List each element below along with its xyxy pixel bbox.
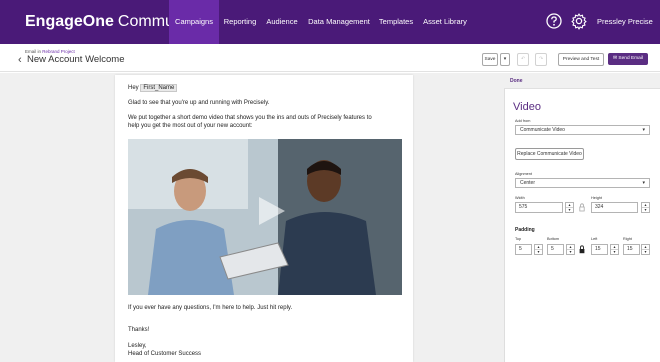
back-chevron-icon[interactable]: ‹ (18, 54, 22, 66)
email-paragraph-2-line-2[interactable]: help you get the most out of your new ac… (128, 122, 252, 130)
email-paragraph-2-line-1[interactable]: We put together a short demo video that … (128, 114, 372, 122)
padding-left-label: Left (591, 237, 598, 241)
nav-tab-templates[interactable]: Templates (376, 0, 416, 44)
padding-bottom-stepper[interactable]: ▴ ▾ (566, 244, 575, 255)
properties-panel (504, 73, 660, 362)
height-label: Height (591, 196, 602, 200)
top-navigation-bar: EngageOne Communicate Campaigns Reporting… (0, 0, 660, 44)
nav-tab-campaigns[interactable]: Campaigns (169, 0, 219, 44)
email-signature-title[interactable]: Head of Customer Success (128, 350, 201, 358)
padding-left-stepper[interactable]: ▴ ▾ (610, 244, 619, 255)
save-button[interactable]: Save (482, 53, 498, 66)
chevron-down-icon: ▾ (642, 127, 645, 133)
padding-right-label: Right (623, 237, 632, 241)
padding-top-label: Top (515, 237, 522, 241)
height-input[interactable]: 324 (591, 202, 638, 213)
greeting-line[interactable]: Hey First_Name (128, 84, 178, 92)
send-email-button[interactable]: ✉ Send Email (608, 53, 648, 65)
lock-ratio-icon[interactable] (579, 203, 585, 212)
user-menu[interactable]: Pressley Precise (597, 0, 653, 44)
width-label: Width (515, 196, 525, 200)
padding-right-input[interactable]: 15 (623, 244, 640, 255)
padding-left-input[interactable]: 15 (591, 244, 608, 255)
padding-right-stepper[interactable]: ▴ ▾ (641, 244, 650, 255)
lock-padding-icon[interactable] (579, 245, 585, 254)
send-icon: ✉ (613, 56, 618, 61)
padding-heading: Padding (515, 227, 535, 233)
greeting-text: Hey (128, 85, 139, 91)
email-signature-name[interactable]: Lesley, (128, 342, 147, 350)
chevron-down-icon: ▾ (642, 180, 645, 186)
padding-bottom-input[interactable]: 5 (547, 244, 564, 255)
height-stepper[interactable]: ▴ ▾ (641, 202, 650, 213)
panel-title: Video (513, 101, 541, 113)
alignment-label: Alignment (515, 172, 532, 176)
add-from-value: Communicate Video (520, 127, 565, 133)
padding-top-input[interactable]: 5 (515, 244, 532, 255)
padding-bottom-label: Bottom (547, 237, 560, 241)
gear-icon[interactable] (570, 12, 588, 30)
send-email-label: Send Email (618, 56, 643, 61)
page-title: New Account Welcome (27, 54, 125, 65)
alignment-select[interactable]: Center ▾ (515, 178, 650, 188)
nav-tab-reporting[interactable]: Reporting (220, 0, 260, 44)
add-from-select[interactable]: Communicate Video ▾ (515, 125, 650, 135)
email-paragraph-3[interactable]: If you ever have any questions, I'm here… (128, 304, 292, 312)
nav-tab-asset-library[interactable]: Asset Library (421, 0, 469, 44)
alignment-value: Center (520, 180, 536, 186)
undo-icon[interactable]: ↶ (517, 53, 529, 66)
personalization-token[interactable]: First_Name (140, 84, 178, 92)
padding-top-stepper[interactable]: ▴ ▾ (534, 244, 543, 255)
nav-tab-data-management[interactable]: Data Management (306, 0, 372, 44)
preview-and-test-button[interactable]: Preview and Test (558, 53, 604, 66)
done-link[interactable]: Done (510, 78, 523, 84)
email-thanks[interactable]: Thanks! (128, 326, 149, 334)
email-paragraph-1[interactable]: Glad to see that you're up and running w… (128, 99, 269, 107)
help-icon[interactable] (545, 12, 563, 30)
width-stepper[interactable]: ▴ ▾ (565, 202, 574, 213)
brand-name: EngageOne (25, 13, 114, 30)
panel-header (504, 73, 660, 89)
nav-tab-audience[interactable]: Audience (263, 0, 301, 44)
replace-video-button[interactable]: Replace Communicate Video (515, 148, 584, 160)
save-options-chevron-icon[interactable]: ▾ (500, 53, 510, 66)
play-icon[interactable] (255, 195, 287, 227)
redo-icon[interactable]: ↷ (535, 53, 547, 66)
add-from-label: Add from (515, 119, 531, 123)
width-input[interactable]: 575 (515, 202, 563, 213)
